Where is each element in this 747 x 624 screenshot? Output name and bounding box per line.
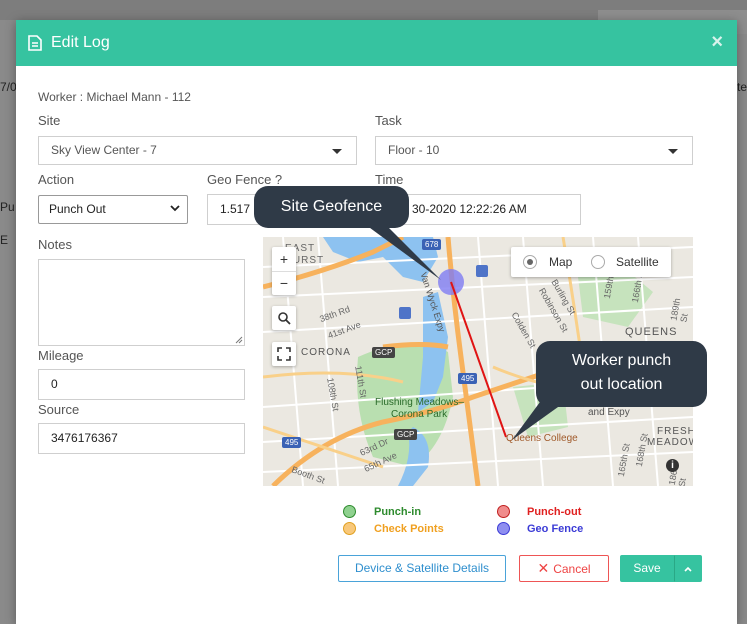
mileage-label: Mileage <box>38 348 84 363</box>
geofence-callout-text: Site Geofence <box>280 198 383 215</box>
action-select[interactable]: Punch Out <box>38 195 188 224</box>
site-label: Site <box>38 113 61 128</box>
action-select-value: Punch Out <box>49 202 106 216</box>
resize-grip-icon[interactable] <box>235 336 243 344</box>
worker-callout-line1: Worker punch <box>571 352 672 369</box>
task-select-value: Floor - 10 <box>388 143 440 157</box>
map-label: Corona Park <box>391 409 448 420</box>
map-label: MEADOW <box>647 437 693 448</box>
map-type-control: Map Satellite <box>511 247 671 277</box>
map-label: Flushing Meadows– <box>375 397 464 408</box>
notes-textarea[interactable] <box>38 259 245 346</box>
search-icon <box>278 312 291 325</box>
punch-in-legend-label: Punch-in <box>374 506 422 518</box>
chevron-up-icon <box>684 566 692 572</box>
map-label: CORONA <box>301 347 351 358</box>
zoom-in-button[interactable]: + <box>272 247 296 272</box>
punch-out-legend-label: Punch-out <box>527 506 582 518</box>
cancel-button[interactable]: ✕ Cancel <box>519 555 609 582</box>
check-points-legend-icon <box>343 522 356 535</box>
save-label: Save <box>633 561 661 575</box>
worker-punch-callout: Worker punch out location <box>536 341 707 407</box>
fullscreen-button[interactable] <box>272 342 296 366</box>
geofence-label: Geo Fence ? <box>207 172 283 187</box>
document-icon <box>28 35 42 51</box>
site-select[interactable]: Sky View Center - 7 <box>38 136 357 165</box>
geofence-callout: Site Geofence <box>254 186 409 228</box>
highway-shield-icon: 495 <box>282 437 302 448</box>
map-label: QUEENS <box>625 326 678 338</box>
map-type-radio-satellite[interactable] <box>591 255 605 269</box>
background-fragment: Pu <box>0 200 15 214</box>
parkway-shield-icon: GCP <box>394 429 418 440</box>
geofence-callout-pointer <box>366 225 441 280</box>
info-icon[interactable]: i <box>666 459 679 472</box>
close-icon: ✕ <box>537 560 550 576</box>
punch-in-legend-icon <box>343 505 356 518</box>
geo-fence-legend-icon <box>497 522 510 535</box>
site-select-value: Sky View Center - 7 <box>51 143 157 157</box>
chevron-down-icon <box>170 205 180 212</box>
background-fragment: E <box>0 233 9 247</box>
source-input[interactable]: 3476176367 <box>38 423 245 454</box>
cancel-label: Cancel <box>553 562 591 576</box>
map-type-radio-map[interactable] <box>523 255 537 269</box>
map-label: FRESH <box>657 426 693 437</box>
map-label: 189th St <box>668 297 690 324</box>
worker-callout-pointer <box>512 402 565 440</box>
notes-label: Notes <box>38 237 72 252</box>
parkway-shield-icon: GCP <box>372 347 396 358</box>
map-type-label-satellite[interactable]: Satellite <box>616 255 659 269</box>
highway-shield-icon: 495 <box>458 373 478 384</box>
map-type-label-map[interactable]: Map <box>549 255 572 269</box>
search-map-button[interactable] <box>272 306 296 330</box>
source-label: Source <box>38 402 80 417</box>
modal-title: Edit Log <box>51 34 110 51</box>
time-label: Time <box>375 172 404 187</box>
chevron-down-icon <box>332 149 342 154</box>
map-label: and Expy <box>588 407 630 418</box>
task-label: Task <box>375 113 402 128</box>
mileage-input[interactable]: 0 <box>38 369 245 400</box>
zoom-control: + − <box>272 247 296 295</box>
edit-log-modal: Edit Log × Worker : Michael Mann - 112 S… <box>16 20 737 624</box>
device-satellite-details-button[interactable]: Device & Satellite Details <box>338 555 506 582</box>
task-select[interactable]: Floor - 10 <box>375 136 693 165</box>
modal-header: Edit Log × <box>16 20 737 66</box>
zoom-out-button[interactable]: − <box>272 272 296 295</box>
geo-fence-legend-label: Geo Fence <box>527 523 584 535</box>
worker-callout-line2: out location <box>580 376 663 393</box>
fullscreen-icon <box>277 347 291 361</box>
save-button[interactable]: Save <box>620 555 674 582</box>
action-label: Action <box>38 172 75 187</box>
chevron-down-icon <box>668 149 678 154</box>
close-icon[interactable]: × <box>711 32 723 52</box>
worker-label: Worker : Michael Mann - 112 <box>38 90 191 104</box>
background-fragment: te <box>737 80 747 94</box>
check-points-legend-label: Check Points <box>374 523 444 535</box>
save-options-toggle[interactable] <box>674 555 702 582</box>
background-fragment: 7/0 <box>0 80 17 94</box>
punch-out-legend-icon <box>497 505 510 518</box>
